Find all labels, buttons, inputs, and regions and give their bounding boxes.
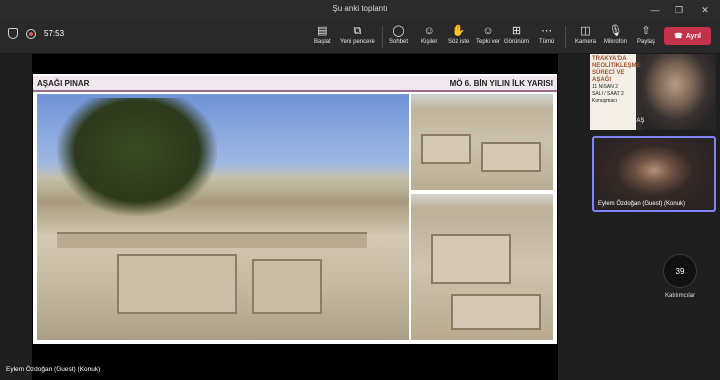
wall-shape — [451, 294, 541, 330]
wall-shape — [481, 142, 541, 172]
grid-icon: ⊞ — [511, 25, 522, 37]
mic-off-icon: 🎙 — [608, 25, 623, 37]
participant-count-button[interactable]: 39 — [663, 254, 697, 288]
excavation-photo-bottom-right — [411, 194, 553, 340]
chat-button[interactable]: ◯ Sohbet — [389, 24, 408, 45]
presentation-slide: AŞAĞI PINAR MÖ 6. BİN YILIN İLK YARISI — [33, 74, 557, 344]
slide-title-left: AŞAĞI PINAR — [37, 79, 90, 88]
shield-icon — [8, 28, 18, 39]
minimize-icon[interactable]: — — [644, 0, 666, 20]
more-icon: ⋯ — [541, 25, 553, 37]
participant-panel: AHMET YARAŞ TRAKYA'DA NEOLİTİKLEŞME SÜRE… — [584, 54, 720, 380]
react-button[interactable]: ☺ Tepki ver — [476, 24, 500, 45]
toolbar-divider — [565, 26, 566, 48]
wall-shape — [57, 232, 367, 248]
wall-shape — [431, 234, 511, 284]
more-button[interactable]: ⋯ Tümü — [539, 24, 554, 45]
camera-off-icon: ◫ — [580, 25, 591, 37]
wall-shape — [421, 134, 471, 164]
restore-icon[interactable]: ❐ — [668, 0, 690, 20]
participant-name: Eylem Özdoğan (Guest) (Konuk) — [598, 201, 686, 207]
tree-shape — [57, 98, 217, 216]
window-title: Şu anki toplantı — [332, 4, 388, 13]
phone-icon: ☎ — [673, 33, 683, 40]
excavation-photo-top-right — [411, 94, 553, 190]
people-icon: ☺ — [423, 25, 435, 37]
event-poster: TRAKYA'DA NEOLİTİKLEŞME SÜRECİ VE AŞAĞI … — [590, 54, 641, 130]
share-icon: ⇧ — [641, 25, 651, 37]
participant-tile-selected[interactable]: Eylem Özdoğan (Guest) (Konuk) — [592, 136, 716, 212]
view-button[interactable]: ⊞ Görünüm — [504, 24, 529, 45]
start-icon: ▤ — [317, 25, 328, 37]
meeting-toolbar: 57:53 ▤ Başlat ⧉ Yeni pencere ◯ Sohbet ☺… — [0, 20, 720, 54]
smile-icon: ☺ — [482, 25, 494, 37]
start-button[interactable]: ▤ Başlat — [314, 24, 331, 45]
participant-count-label: Katılımcılar — [664, 293, 695, 299]
new-window-icon: ⧉ — [353, 25, 362, 37]
raise-hand-button[interactable]: ✋ Söz iste — [448, 24, 469, 45]
leave-button[interactable]: ☎ Ayrıl — [664, 27, 711, 45]
chat-icon: ◯ — [392, 25, 405, 37]
slide-title-right: MÖ 6. BİN YILIN İLK YARISI — [449, 79, 553, 88]
participant-video — [642, 54, 716, 130]
new-window-button[interactable]: ⧉ Yeni pencere — [340, 24, 375, 45]
pit-shape — [252, 259, 322, 314]
speaker-name-label: Eylem Özdoğan (Guest) (Konuk) — [6, 366, 101, 373]
title-bar: Şu anki toplantı — ❐ ✕ — [0, 0, 720, 20]
meeting-timer: 57:53 — [44, 29, 65, 38]
slide-header: AŞAĞI PINAR MÖ 6. BİN YILIN İLK YARISI — [33, 76, 557, 92]
toolbar-divider — [382, 26, 383, 48]
people-button[interactable]: ☺ Kişiler — [421, 24, 437, 45]
pit-shape — [117, 254, 237, 314]
close-icon[interactable]: ✕ — [694, 0, 716, 20]
share-button[interactable]: ⇧ Paylaş — [637, 24, 655, 45]
camera-button[interactable]: ◫ Kamera — [575, 24, 596, 45]
excavation-photo-main — [37, 94, 409, 340]
hand-icon: ✋ — [451, 25, 466, 37]
recording-icon — [26, 28, 36, 39]
mic-button[interactable]: 🎙 Mikrofon — [604, 24, 627, 45]
